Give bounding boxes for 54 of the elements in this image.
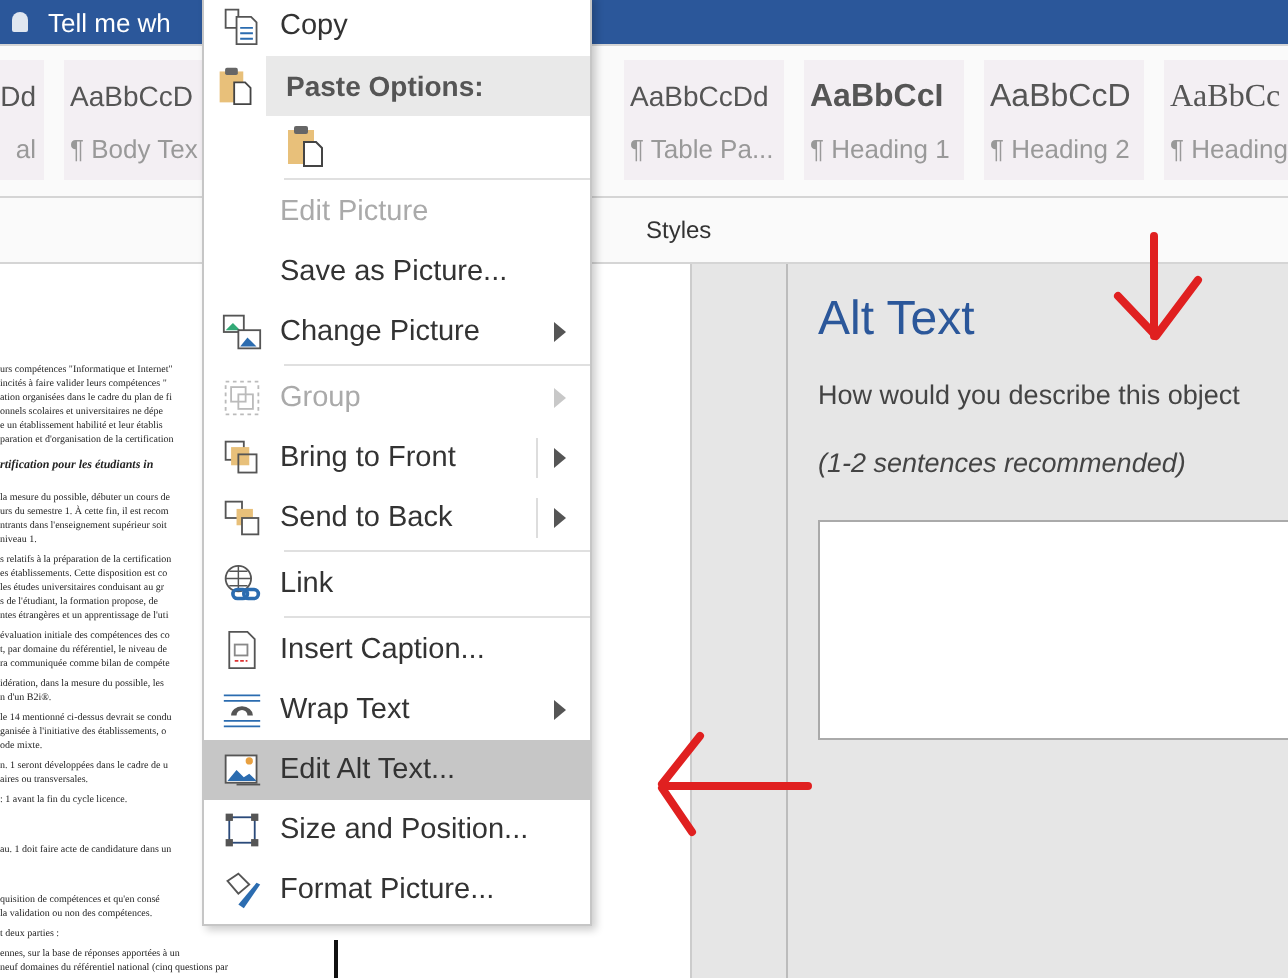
style-tile[interactable]: Dd al xyxy=(0,60,44,180)
style-name: ¶ Table Pa... xyxy=(630,134,776,164)
tell-me-field[interactable]: Tell me wh xyxy=(48,7,171,37)
menu-item[interactable]: Wrap Text xyxy=(204,680,590,740)
style-name: ¶ Heading 2 xyxy=(990,134,1132,164)
clipboard-icon xyxy=(216,66,256,106)
style-tile[interactable]: AaBbCc ¶ Heading xyxy=(1164,60,1288,180)
pane-hint: (1-2 sentences recommended) xyxy=(818,448,1188,478)
style-preview: AaBbCcI xyxy=(810,80,946,118)
paint-bucket-icon xyxy=(222,870,262,910)
style-preview: AaBbCcD xyxy=(990,80,1133,118)
group-icon xyxy=(222,378,262,418)
style-name: ¶ Heading 1 xyxy=(810,134,952,164)
menu-item[interactable]: Edit Alt Text... xyxy=(204,740,590,800)
alt-text-icon xyxy=(222,750,262,790)
submenu-arrow-icon xyxy=(554,700,566,720)
menu-item[interactable]: Insert Caption... xyxy=(204,620,590,680)
paste-icon[interactable] xyxy=(284,122,328,170)
submenu-arrow-icon xyxy=(554,388,566,408)
style-name: al xyxy=(15,134,36,164)
submenu-arrow-icon xyxy=(554,508,566,528)
style-tile[interactable]: AaBbCcDd ¶ Table Pa... xyxy=(624,60,784,180)
submenu-arrow-icon xyxy=(554,448,566,468)
style-preview: AaBbCc xyxy=(1170,80,1283,118)
menu-item[interactable]: Send to Back xyxy=(204,488,590,548)
send-to-back-icon xyxy=(222,498,262,538)
group-label: Styles xyxy=(646,216,712,244)
menu-item[interactable]: Link xyxy=(204,554,590,614)
style-tile[interactable]: AaBbCcI ¶ Heading 1 xyxy=(804,60,964,180)
submenu-arrow-icon xyxy=(554,322,566,342)
style-preview: Dd xyxy=(0,80,36,116)
menu-item[interactable]: Size and Position... xyxy=(204,800,590,860)
wrap-text-icon xyxy=(222,690,262,730)
caption-icon xyxy=(222,630,262,670)
link-icon xyxy=(222,564,262,604)
menu-item[interactable]: Save as Picture... xyxy=(204,242,590,302)
copy-icon xyxy=(222,6,262,46)
pane-question: How would you describe this object xyxy=(818,380,1242,410)
bring-to-front-icon xyxy=(222,438,262,478)
lightbulb-icon xyxy=(12,12,28,32)
style-name: ¶ Heading xyxy=(1170,134,1288,164)
style-preview: AaBbCcDd xyxy=(630,80,771,116)
style-preview: AaBbCcD xyxy=(70,80,195,116)
picture-icon xyxy=(222,312,262,352)
pane-title: Alt Text xyxy=(818,292,977,348)
size-position-icon xyxy=(222,810,262,850)
style-name: ¶ Body Tex xyxy=(70,134,200,164)
menu-item[interactable]: Format Picture... xyxy=(204,860,590,920)
alt-text-input[interactable] xyxy=(818,520,1288,740)
menu-item[interactable]: Copy xyxy=(204,0,590,56)
menu-item[interactable]: Bring to Front xyxy=(204,428,590,488)
style-tile[interactable]: AaBbCcD ¶ Heading 2 xyxy=(984,60,1144,180)
menu-item[interactable]: Change Picture xyxy=(204,302,590,362)
menu-section-header: Paste Options: xyxy=(266,56,590,116)
